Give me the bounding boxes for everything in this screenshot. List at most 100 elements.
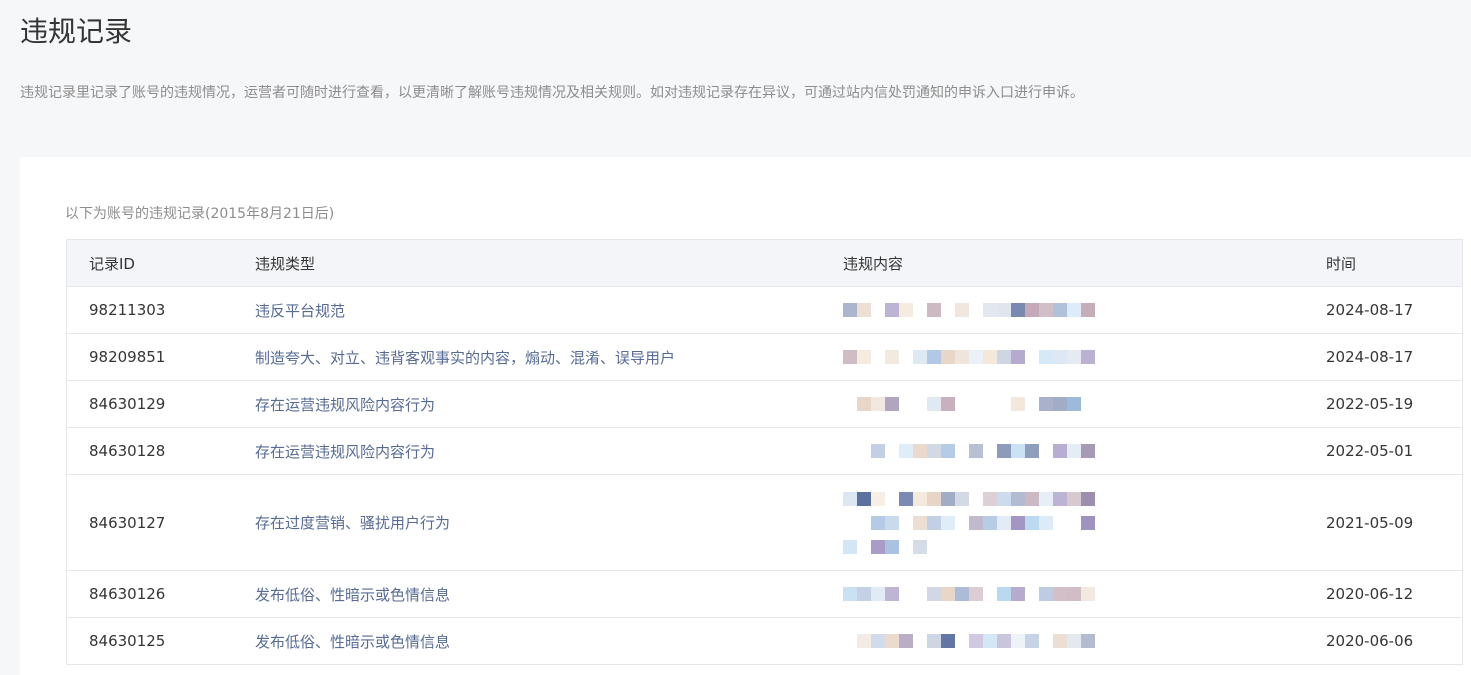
mosaic-block [913,515,927,530]
mosaic-block [843,516,857,530]
mosaic-block [1053,303,1067,317]
mosaic-block [955,397,969,411]
mosaic-block [969,303,983,317]
record-time: 2024-08-17 [1326,333,1463,381]
mosaic-block [997,587,1011,601]
mosaic-block [913,491,927,506]
record-time: 2020-06-06 [1326,617,1463,665]
mosaic-block [927,303,941,317]
mosaic-block [871,397,885,411]
mosaic-block [1011,634,1025,648]
mosaic-block [1053,350,1067,364]
blurred-text-line [843,515,1326,530]
mosaic-block [969,492,983,506]
mosaic-block [927,587,941,601]
mosaic-block [1039,491,1053,506]
mosaic-block [927,397,941,411]
violation-content-blurred [843,617,1326,665]
mosaic-block [1025,444,1039,458]
mosaic-block [1053,444,1067,458]
mosaic-block [899,634,913,648]
mosaic-block [1011,515,1025,530]
violation-type-label: 发布低俗、性暗示或色情信息 [255,585,451,604]
table-row: 98209851 制造夸大、对立、违背客观事实的内容，煽动、混淆、误导用户 20… [66,333,1463,381]
mosaic-block [1039,444,1053,458]
violation-type: 违反平台规范 [255,286,843,334]
table-row: 84630125 发布低俗、性暗示或色情信息 2020-06-06 [66,617,1463,665]
mosaic-block [1081,491,1095,506]
mosaic-block [913,587,927,601]
mosaic-block [969,587,983,601]
record-id: 98211303 [66,286,255,334]
mosaic-block [983,397,997,411]
violation-type: 制造夸大、对立、违背客观事实的内容，煽动、混淆、误导用户 [255,333,843,381]
violation-type-label: 存在运营违规风险内容行为 [255,442,436,461]
mosaic-block [955,444,969,458]
mosaic-block [983,303,997,317]
violation-content-blurred [843,427,1326,475]
mosaic-block [885,350,899,364]
mosaic-block [927,491,941,506]
mosaic-block [1039,515,1053,530]
mosaic-block [997,350,1011,364]
mosaic-block [843,634,857,648]
mosaic-block [913,397,927,411]
record-id: 84630126 [66,570,255,618]
mosaic-block [1025,515,1039,530]
mosaic-block [927,515,941,530]
violation-content-blurred [843,333,1326,381]
record-id: 84630129 [66,380,255,428]
table-row: 98211303 违反平台规范 2024-08-17 [66,286,1463,334]
blurred-text-line [843,491,1326,506]
table-header-row: 记录ID 违规类型 违规内容 时间 [66,239,1463,287]
mosaic-block [1039,634,1053,648]
mosaic-block [885,397,899,411]
mosaic-block [969,634,983,648]
mosaic-block [913,350,927,364]
mosaic-block [1081,397,1095,411]
mosaic-block [899,587,913,601]
mosaic-block [843,587,857,601]
mosaic-block [899,303,913,317]
mosaic-block [1053,634,1067,648]
mosaic-block [871,587,885,601]
header-violation-type: 违规类型 [255,239,843,287]
violation-type-label: 存在运营违规风险内容行为 [255,395,436,414]
mosaic-block [955,587,969,601]
mosaic-block [871,350,885,364]
mosaic-block [955,350,969,364]
mosaic-block [1011,444,1025,458]
mosaic-block [941,397,955,411]
mosaic-block [871,444,885,458]
mosaic-block [857,587,871,601]
record-id: 84630125 [66,617,255,665]
mosaic-block [871,491,885,506]
mosaic-block [1067,587,1081,601]
mosaic-block [1025,587,1039,601]
mosaic-block [927,350,941,364]
mosaic-block [983,587,997,601]
mosaic-block [913,634,927,648]
mosaic-block [885,303,899,317]
blurred-text-line [843,539,1326,554]
violation-content-blurred [843,380,1326,428]
mosaic-block [899,491,913,506]
mosaic-block [969,397,983,411]
mosaic-block [843,444,857,458]
mosaic-block [885,492,899,506]
mosaic-block [955,634,969,648]
mosaic-block [1025,303,1039,317]
mosaic-block [941,587,955,601]
record-id: 84630128 [66,427,255,475]
mosaic-block [969,350,983,364]
mosaic-block [1053,516,1067,530]
violation-records-table: 记录ID 违规类型 违规内容 时间 98211303 违反平台规范 2024-0… [66,239,1463,665]
mosaic-block [983,350,997,364]
record-id: 84630127 [66,474,255,571]
mosaic-block [1053,397,1067,411]
mosaic-block [885,539,899,554]
blurred-text-line [843,444,1326,458]
mosaic-block [857,350,871,364]
mosaic-block [1067,634,1081,648]
table-row: 84630128 存在运营违规风险内容行为 2022-05-01 [66,427,1463,475]
